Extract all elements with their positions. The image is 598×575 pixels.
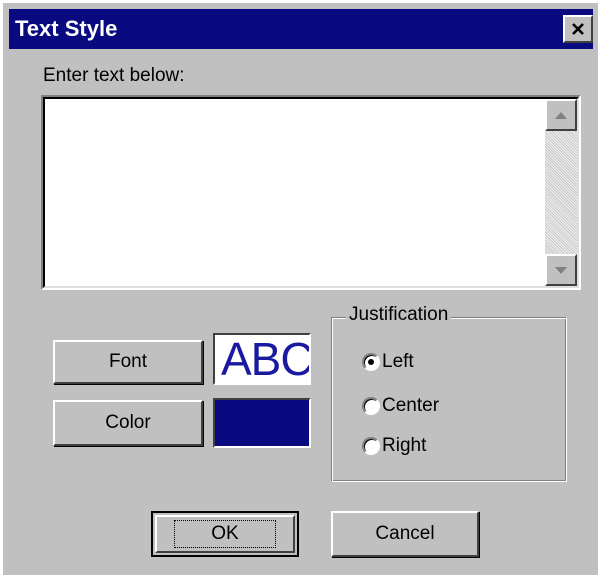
arrow-up-icon (555, 111, 567, 119)
font-preview-text: ABC (221, 333, 311, 385)
justification-label: Justification (346, 304, 452, 326)
justification-group: Justification Left Center Right (331, 304, 567, 482)
ok-button[interactable]: OK (151, 511, 299, 557)
arrow-down-icon (555, 266, 567, 274)
close-icon (572, 23, 584, 35)
color-button[interactable]: Color (53, 400, 203, 446)
close-button[interactable] (563, 15, 593, 43)
radio-right-label: Right (382, 435, 427, 456)
radio-center-indicator[interactable] (362, 397, 380, 415)
color-swatch (213, 398, 311, 448)
scroll-down-button[interactable] (545, 254, 577, 286)
enter-text-label: Enter text below: (43, 65, 185, 86)
vertical-scrollbar[interactable] (545, 99, 577, 286)
text-entry-frame (41, 95, 581, 290)
font-button[interactable]: Font (53, 340, 203, 384)
text-entry-input[interactable] (45, 99, 545, 286)
scroll-up-button[interactable] (545, 99, 577, 131)
radio-left-indicator[interactable] (362, 353, 380, 371)
radio-right-indicator[interactable] (362, 437, 380, 455)
cancel-button[interactable]: Cancel (331, 511, 479, 557)
text-style-dialog: Text Style Enter text below: Font ABC Co… (0, 0, 598, 575)
radio-left[interactable]: Left (362, 351, 414, 373)
radio-center-label: Center (382, 395, 440, 416)
ok-label: OK (174, 520, 276, 548)
font-preview: ABC (213, 333, 311, 385)
dialog-title: Text Style (15, 16, 118, 41)
title-bar: Text Style (9, 9, 593, 49)
radio-right[interactable]: Right (362, 435, 426, 457)
radio-center[interactable]: Center (362, 395, 439, 417)
radio-left-label: Left (382, 351, 414, 372)
